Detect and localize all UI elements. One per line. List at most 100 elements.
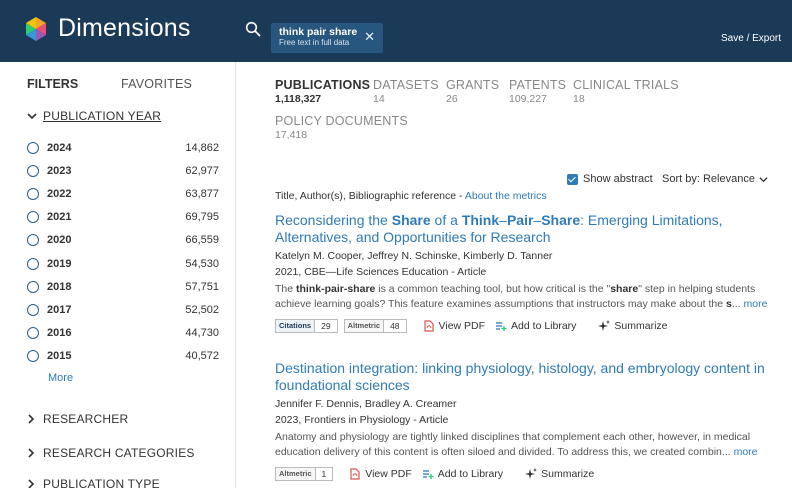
app-logo[interactable]: Dimensions xyxy=(22,14,191,43)
tab-label: DATASETS xyxy=(373,78,439,92)
tab-count: 18 xyxy=(573,93,585,105)
results-panel: PUBLICATIONS 1,118,327 DATASETS 14 GRANT… xyxy=(236,62,792,488)
year-label: 2023 xyxy=(47,164,72,177)
title-highlight: Think xyxy=(461,212,500,228)
result-title[interactable]: Reconsidering the Share of a Think–Pair–… xyxy=(275,212,780,246)
chevron-right-icon xyxy=(28,414,35,424)
show-abstract-checkbox[interactable] xyxy=(567,173,578,185)
year-label: 2021 xyxy=(47,211,72,224)
summarize-button[interactable]: Summarize xyxy=(598,320,668,332)
view-pdf-label: View PDF xyxy=(438,320,486,332)
search-icon[interactable] xyxy=(245,21,261,37)
result-abstract: The think-pair-share is a common teachin… xyxy=(275,282,780,312)
tab-count: 17,418 xyxy=(275,129,308,141)
radio-button[interactable] xyxy=(27,187,39,200)
year-count: 57,751 xyxy=(185,280,219,293)
tab-count: 26 xyxy=(446,93,458,105)
title-highlight: Share xyxy=(541,212,581,228)
radio-button[interactable] xyxy=(27,234,39,247)
year-label: 2018 xyxy=(47,280,72,293)
year-option[interactable]: 2015 40,572 xyxy=(27,345,219,368)
year-option[interactable]: 2021 69,795 xyxy=(27,206,219,229)
year-option[interactable]: 2024 14,862 xyxy=(27,136,219,159)
tab-patents[interactable]: PATENTS 109,227 xyxy=(509,78,566,105)
top-bar: Dimensions think pair share Free text in… xyxy=(0,0,792,62)
chevron-down-icon xyxy=(759,176,768,182)
result-item: Reconsidering the Share of a Think–Pair–… xyxy=(275,212,780,334)
year-option[interactable]: 2020 66,559 xyxy=(27,229,219,252)
abstract-more-link[interactable]: more xyxy=(744,298,768,310)
radio-button[interactable] xyxy=(27,327,39,340)
save-export-button[interactable]: Save / Export xyxy=(721,33,781,44)
pdf-icon xyxy=(423,320,434,332)
facet-publication-year-header[interactable]: PUBLICATION YEAR xyxy=(27,109,161,123)
about-metrics-link[interactable]: About the metrics xyxy=(465,190,547,202)
facet-research-categories[interactable]: RESEARCH CATEGORIES xyxy=(27,446,195,460)
year-option[interactable]: 2016 44,730 xyxy=(27,322,219,345)
year-count: 63,877 xyxy=(185,187,219,200)
year-option[interactable]: 2019 54,530 xyxy=(27,252,219,275)
abstract-highlight: think-pair-share xyxy=(296,283,376,295)
show-abstract-toggle[interactable]: Show abstract xyxy=(567,173,653,185)
filters-sidebar: FILTERS FAVORITES PUBLICATION YEAR 2024 … xyxy=(0,62,236,488)
result-actions: Altmetric 1 View PDF Add to Library Summ… xyxy=(275,466,780,482)
tab-label: PUBLICATIONS xyxy=(275,78,371,92)
abstract-text: ... xyxy=(731,298,741,310)
tab-datasets[interactable]: DATASETS 14 xyxy=(373,78,439,105)
search-query-text: think pair share xyxy=(279,26,358,38)
abstract-more-link[interactable]: more xyxy=(734,446,758,458)
radio-button[interactable] xyxy=(27,164,39,177)
radio-button[interactable] xyxy=(27,257,39,270)
reference-format-text: Title, Author(s), Bibliographic referenc… xyxy=(275,190,465,202)
title-highlight: Share xyxy=(391,212,431,228)
more-years-link[interactable]: More xyxy=(48,372,73,384)
view-pdf-button[interactable]: View PDF xyxy=(349,468,412,480)
year-label: 2015 xyxy=(47,350,72,363)
altmetric-badge[interactable]: Altmetric 48 xyxy=(343,319,407,333)
view-pdf-button[interactable]: View PDF xyxy=(423,320,486,332)
summarize-button[interactable]: Summarize xyxy=(525,468,594,480)
tab-grants[interactable]: GRANTS 26 xyxy=(446,78,499,105)
tab-favorites[interactable]: FAVORITES xyxy=(121,77,192,91)
search-query-chip[interactable]: think pair share Free text in full data … xyxy=(271,23,383,53)
sidebar-tabs: FILTERS FAVORITES xyxy=(27,77,227,97)
citations-count: 29 xyxy=(321,321,331,331)
tab-label: POLICY DOCUMENTS xyxy=(275,114,408,128)
facet-researcher[interactable]: RESEARCHER xyxy=(27,412,128,426)
show-abstract-label: Show abstract xyxy=(583,173,653,185)
title-text: – xyxy=(499,212,507,228)
radio-button[interactable] xyxy=(27,350,39,363)
close-icon[interactable]: ✕ xyxy=(364,30,375,43)
citations-badge[interactable]: Citations 29 xyxy=(275,319,338,333)
add-to-library-button[interactable]: Add to Library xyxy=(495,320,576,332)
add-to-library-button[interactable]: Add to Library xyxy=(422,468,503,480)
tab-policy-documents[interactable]: POLICY DOCUMENTS 17,418 xyxy=(275,114,408,141)
year-option[interactable]: 2017 52,502 xyxy=(27,298,219,321)
tab-filters[interactable]: FILTERS xyxy=(27,77,78,91)
altmetric-score: 48 xyxy=(390,321,400,331)
year-count: 66,559 xyxy=(185,234,219,247)
sort-by-dropdown[interactable]: Sort by: Relevance xyxy=(662,173,768,185)
sort-by-label: Sort by: Relevance xyxy=(662,173,755,185)
add-library-icon xyxy=(422,470,434,479)
tab-count: 109,227 xyxy=(509,93,547,105)
radio-button[interactable] xyxy=(27,211,39,224)
result-meta: 2021, CBE—Life Sciences Education - Arti… xyxy=(275,266,487,278)
altmetric-badge[interactable]: Altmetric 1 xyxy=(275,467,334,481)
year-option[interactable]: 2023 62,977 xyxy=(27,159,219,182)
tab-clinical-trials[interactable]: CLINICAL TRIALS 18 xyxy=(573,78,679,105)
tab-publications[interactable]: PUBLICATIONS 1,118,327 xyxy=(275,78,370,105)
abstract-text: is a common teaching tool, but how criti… xyxy=(375,283,611,295)
year-option[interactable]: 2022 63,877 xyxy=(27,182,219,205)
radio-button[interactable] xyxy=(27,303,39,316)
facet-publication-type[interactable]: PUBLICATION TYPE xyxy=(27,477,160,488)
year-option[interactable]: 2018 57,751 xyxy=(27,275,219,298)
radio-button[interactable] xyxy=(27,141,39,154)
year-count: 62,977 xyxy=(185,164,219,177)
result-item: Destination integration: linking physiol… xyxy=(275,360,780,482)
abstract-text: The xyxy=(275,283,297,295)
radio-button[interactable] xyxy=(27,280,39,293)
title-text: Reconsidering the xyxy=(275,212,392,228)
year-count: 69,795 xyxy=(185,211,219,224)
result-title[interactable]: Destination integration: linking physiol… xyxy=(275,360,780,394)
